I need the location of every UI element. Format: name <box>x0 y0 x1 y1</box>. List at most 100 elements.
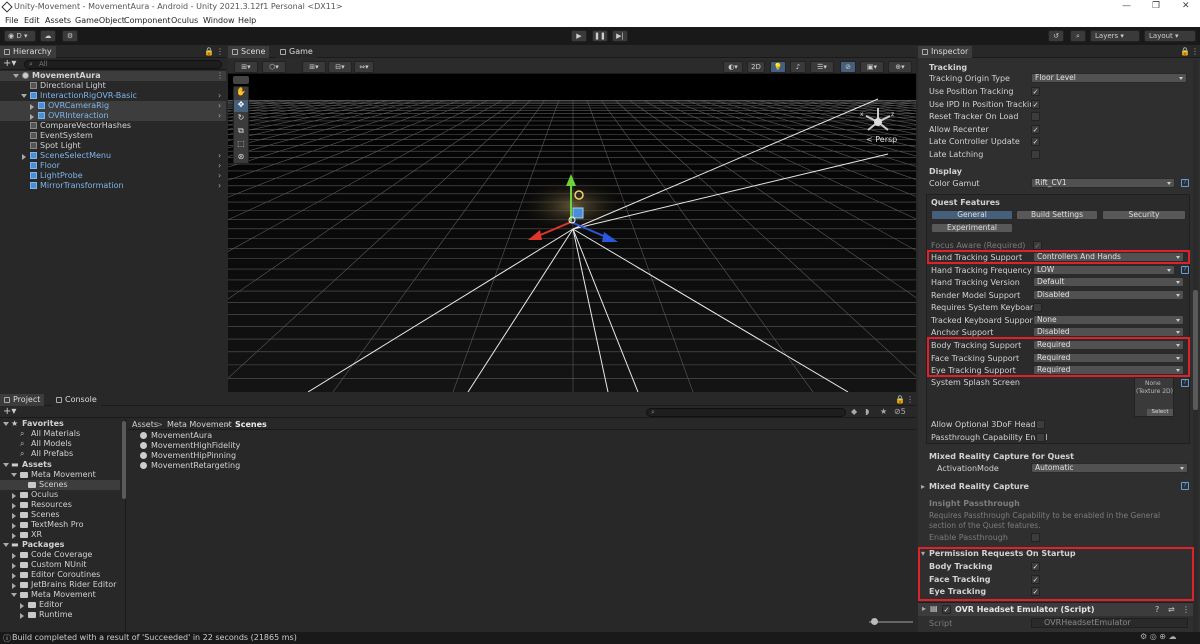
preset-icon[interactable]: ⇌ <box>1168 605 1175 614</box>
effects-button[interactable]: ☰▾ <box>810 61 834 73</box>
collapse-arrow-icon[interactable] <box>12 533 16 539</box>
more-icon[interactable]: ⋮ <box>906 395 914 404</box>
pause-button[interactable]: ❚❚ <box>592 30 608 42</box>
quest-tab-experimental[interactable]: Experimental <box>931 223 1013 233</box>
breadcrumb-scenes[interactable]: Scenes <box>235 420 267 429</box>
zoom-slider-handle[interactable] <box>871 618 878 625</box>
collapse-arrow-icon[interactable] <box>30 114 34 120</box>
close-button[interactable]: ✕ <box>1182 1 1190 11</box>
tree-item[interactable]: Code Coverage <box>0 550 120 560</box>
hierarchy-item[interactable]: EventSystem <box>0 131 226 141</box>
scene-file[interactable]: MovementHighFidelity <box>137 441 337 451</box>
tracking-option-checkbox[interactable]: ✓ <box>1031 137 1040 146</box>
tree-section-packages[interactable]: ▬ Packages <box>0 540 120 550</box>
layers-dropdown[interactable]: Layers ▾ <box>1090 30 1140 42</box>
scene-file[interactable]: MovementAura <box>137 431 337 441</box>
tree-item[interactable]: JetBrains Rider Editor <box>0 580 120 590</box>
collapse-arrow-icon[interactable] <box>12 573 16 579</box>
hierarchy-item[interactable]: LightProbe › <box>0 171 226 181</box>
hierarchy-item[interactable]: Floor › <box>0 161 226 171</box>
open-prefab-icon[interactable]: › <box>218 171 221 181</box>
tree-section-assets[interactable]: ▬ Assets <box>0 460 120 470</box>
account-button[interactable]: ◉ D ▾ <box>4 30 36 42</box>
shading-sphere-button[interactable]: ◐▾ <box>723 61 743 73</box>
emulator-component-header[interactable]: ▸ ▤ ✓ OVR Headset Emulator (Script) ? ⇌ … <box>918 602 1193 616</box>
collab-icon[interactable]: ⚙ <box>62 30 78 42</box>
hierarchy-item[interactable]: InteractionRigOVR-Basic › <box>0 91 226 101</box>
filter-type-icon[interactable]: ◆ <box>851 407 857 416</box>
hierarchy-item[interactable]: Directional Light <box>0 81 226 91</box>
grid-button[interactable]: ⊞▾ <box>302 61 326 73</box>
tree-item[interactable]: Editor Coroutines <box>0 570 120 580</box>
hierarchy-item[interactable]: Spot Light <box>0 141 226 151</box>
move-tool-icon[interactable]: ✥ <box>234 100 248 112</box>
snap-button[interactable]: ⊟▾ <box>328 61 352 73</box>
tracking-option-checkbox[interactable]: ✓ <box>1031 99 1040 109</box>
help-icon[interactable]: ? <box>1181 179 1189 187</box>
tree-item[interactable]: Scenes <box>0 510 120 520</box>
more-icon[interactable]: ⋮ <box>216 47 224 56</box>
splash-select-button[interactable]: Select <box>1147 409 1173 416</box>
rotate-tool-icon[interactable]: ↻ <box>234 113 248 125</box>
menu-window[interactable]: Window <box>203 16 235 25</box>
camera-button[interactable]: ▣▾ <box>860 61 884 73</box>
breadcrumb-assets[interactable]: Assets <box>132 420 158 429</box>
tree-item[interactable]: ⌕ All Materials <box>0 429 120 439</box>
tracking-option-checkbox[interactable]: ✓ <box>1031 124 1040 134</box>
expand-arrow-icon[interactable] <box>21 94 27 98</box>
tracking-option-checkbox[interactable]: ✓ <box>1031 87 1040 96</box>
help-icon[interactable]: ? <box>1155 605 1159 614</box>
audio-icon[interactable]: ♪ <box>790 61 806 73</box>
hidden-count-icon[interactable]: ⊘5 <box>894 407 906 416</box>
lighting-icon[interactable]: 💡 <box>770 61 786 73</box>
collapse-arrow-icon[interactable] <box>12 493 16 499</box>
persp-label[interactable]: < Persp <box>866 135 897 144</box>
open-prefab-icon[interactable]: › <box>218 151 221 161</box>
collapse-arrow-icon[interactable] <box>12 523 16 529</box>
splash-texture-field[interactable]: None (Texture 2D) Select <box>1134 377 1174 417</box>
tree-item[interactable]: Resources <box>0 500 120 510</box>
menu-help[interactable]: Help <box>238 16 256 25</box>
open-prefab-icon[interactable]: › <box>218 161 221 171</box>
tree-item[interactable]: ⌕ All Prefabs <box>0 449 120 459</box>
filter-label-icon[interactable]: ◗ <box>865 407 869 416</box>
scale-tool-icon[interactable]: ⧉ <box>234 126 248 138</box>
allow-3dof-checkbox[interactable] <box>1036 420 1045 429</box>
hand-tool-icon[interactable]: ✋ <box>234 87 248 99</box>
quest-tab-general[interactable]: General <box>931 210 1013 220</box>
collapse-arrow-icon[interactable] <box>12 503 16 509</box>
status-message[interactable]: Build completed with a result of 'Succee… <box>12 633 297 642</box>
hierarchy-search-input[interactable]: ⌕ All <box>24 60 222 69</box>
tree-item[interactable]: Oculus <box>0 490 120 500</box>
draw-mode-button[interactable]: ⊞▾ <box>234 61 258 73</box>
tree-item[interactable]: Scenes <box>0 480 120 490</box>
more-icon[interactable]: ⋮ <box>216 71 224 81</box>
open-prefab-icon[interactable]: › <box>218 91 221 101</box>
requires-keyboard-checkbox[interactable] <box>1033 303 1042 312</box>
tab-scene[interactable]: Scene <box>228 46 270 58</box>
quest-tab-build-settings[interactable]: Build Settings <box>1016 210 1098 220</box>
scene-file[interactable]: MovementHipPinning <box>137 451 337 461</box>
add-icon[interactable]: +▾ <box>3 58 16 69</box>
scene-viewport[interactable]: x z < Persp ✋ ✥ ↻ ⧉ ⬚ ⊛ <box>228 74 916 392</box>
activation-mode-dropdown[interactable]: Automatic <box>1031 463 1188 473</box>
tab-project[interactable]: Project <box>0 394 45 406</box>
hierarchy-item[interactable]: OVRInteraction › <box>0 111 226 121</box>
tracking-option-checkbox[interactable] <box>1031 112 1040 121</box>
quest-option-dropdown[interactable]: LOW <box>1033 264 1175 275</box>
tree-item[interactable]: TextMesh Pro <box>0 520 120 530</box>
menu-oculus[interactable]: Oculus <box>171 16 198 25</box>
hierarchy-item[interactable]: CompareVectorHashes <box>0 121 226 131</box>
palette-handle[interactable] <box>233 76 249 84</box>
menu-assets[interactable]: Assets <box>45 16 71 25</box>
expand-arrow-icon[interactable] <box>3 422 9 426</box>
layout-dropdown[interactable]: Layout ▾ <box>1144 30 1196 42</box>
expand-arrow-icon[interactable] <box>3 543 9 547</box>
shading-button[interactable]: ⬡▾ <box>262 61 286 73</box>
scrollbar-thumb[interactable] <box>1193 290 1198 410</box>
tree-item[interactable]: Meta Movement <box>0 470 120 480</box>
play-button[interactable]: ▶ <box>571 30 587 42</box>
tree-scrollbar[interactable] <box>122 421 126 499</box>
collapse-arrow-icon[interactable] <box>12 563 16 569</box>
search-icon[interactable]: ⌕ <box>1070 30 1086 42</box>
